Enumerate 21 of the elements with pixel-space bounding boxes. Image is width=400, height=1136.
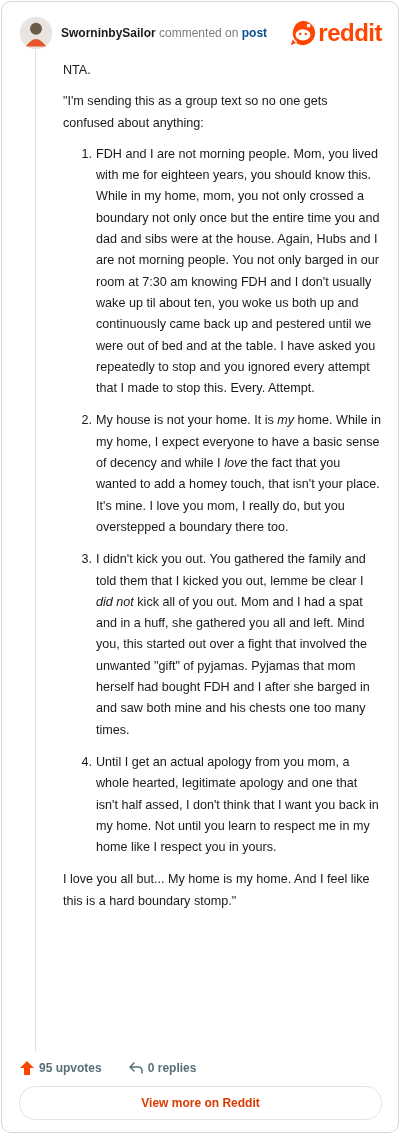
- list-number: 1.: [80, 145, 93, 163]
- reply-icon[interactable]: [127, 1060, 144, 1076]
- comment-paragraph: I love you all but... My home is my home. And I feel like this is a hard boundary stomp.": [63, 871, 371, 910]
- view-more-button[interactable]: View more on Reddit: [19, 1086, 382, 1120]
- alien-mascot-icon: [289, 19, 318, 47]
- list-item-text: FDH and I are not morning people. Mom, you lived with me for eighteen years, you should know this. While in my home, mom, you not only crossed a boundary not only once but the entire time you and dad and sibs were at the house. Again, Hubs and I are not morning people. You not only barged in our room at 7:30 am knowing FDH and I don't usually wake up til about ten, you woke us both up and continuously came back up and pestered until we were out of bed and at the table. I have asked you repeatedly to stop and you ignored every attempt that I made to stop this. Every. Attempt.: [96, 145, 381, 398]
- reply-count: 0 replies: [147, 1061, 197, 1075]
- logo-wordmark: reddit: [318, 21, 382, 45]
- list-item-text: My house is not your home. It is my home. While in my home, I expect everyone to have a basic sense of decency and while I love the fact that you wanted to add a homey touch, that isn't your place. It's mine. I love you mom, I really do, but you overstepped a boundary there too.: [96, 412, 382, 536]
- list-item-text: I didn't kick you out. You gathered the family and told them that I kicked you out, lemme be clear I did not kick all of you out. Mom and I had a spat and in a huff, she gathered you all and left. Mind you, this started out over a fight that involved the unwanted "gift" of pyjamas. Pyjamas that mom herself had bought FDH and I after she barged in and saw both mine and his chests one too many times.: [96, 551, 371, 739]
- author-name[interactable]: SworninbySailor: [61, 26, 156, 40]
- list-number: 3.: [80, 551, 93, 569]
- comment-paragraph: "I'm sending this as a group text so no one gets confused about anything:: [63, 93, 329, 132]
- upvote-arrow-icon[interactable]: [19, 1060, 35, 1076]
- list-number: 2.: [80, 412, 93, 430]
- list-number: 4.: [80, 753, 93, 771]
- action-text: commented on: [159, 26, 239, 40]
- upvote-count: 95 upvotes: [39, 1061, 102, 1075]
- comment-paragraph: NTA.: [63, 62, 92, 79]
- post-link[interactable]: post: [241, 26, 268, 40]
- list-item-text: Until I get an actual apology from you mom, a whole hearted, legitimate apology and one that isn't half assed, I don't think that I want you back in my home. Not until you learn to respect me in my home like I respect you in yours.: [96, 753, 380, 857]
